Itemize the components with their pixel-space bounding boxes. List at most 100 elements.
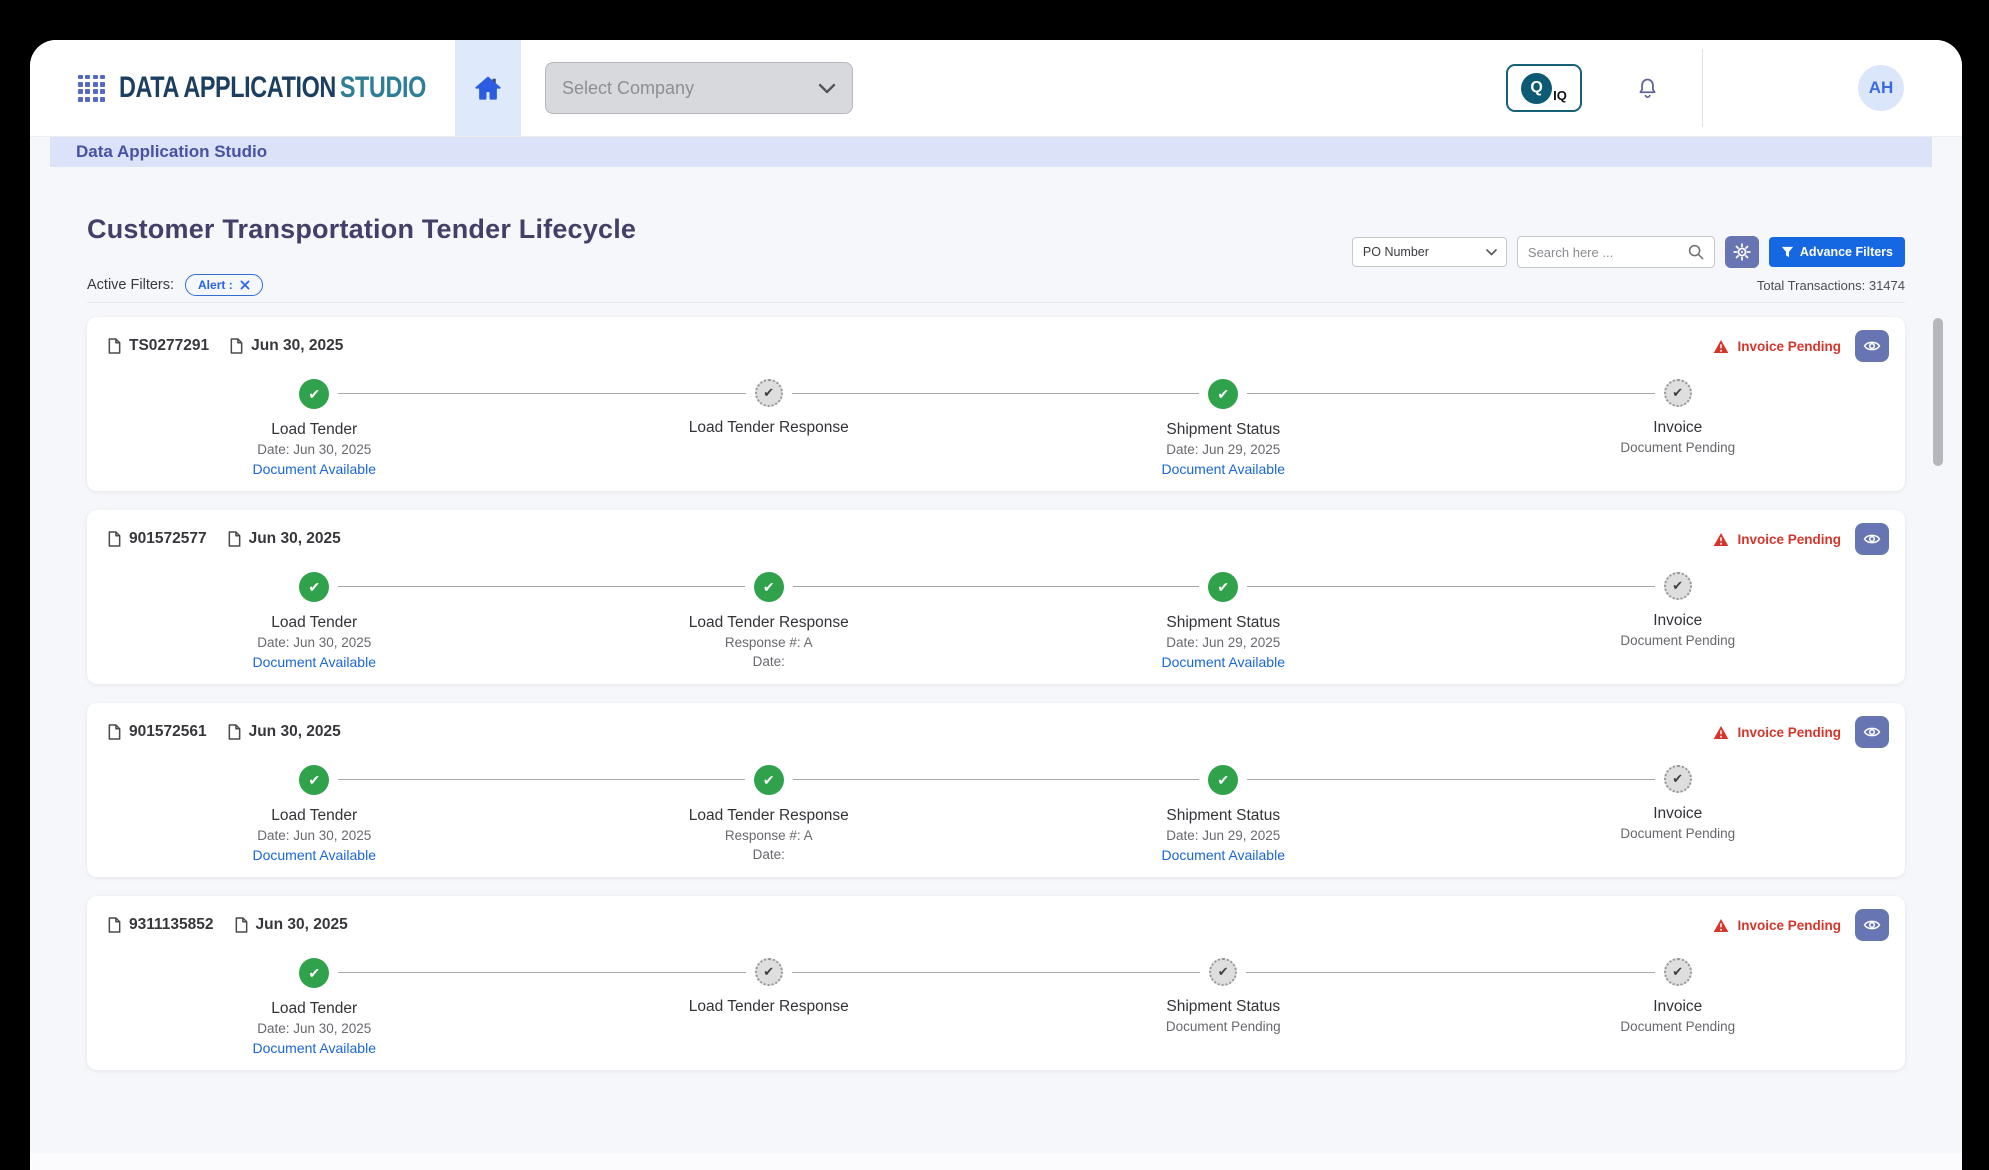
- transaction-date: Jun 30, 2025: [227, 723, 341, 741]
- step-check-icon: [299, 958, 329, 988]
- view-details-button[interactable]: [1855, 716, 1889, 748]
- step-date: Date: Jun 30, 2025: [257, 1019, 371, 1038]
- app-window: DATA APPLICATIONSTUDIO Select Company Q …: [30, 40, 1962, 1170]
- header-right: Q IQ AH: [1506, 49, 1962, 127]
- document-link[interactable]: Document Available: [1162, 845, 1285, 866]
- step-check-icon: [1209, 958, 1237, 986]
- warning-icon: [1713, 918, 1729, 933]
- search-icon[interactable]: [1687, 243, 1705, 261]
- page-title: Customer Transportation Tender Lifecycle: [87, 212, 636, 246]
- breadcrumb-bar: Data Application Studio: [50, 137, 1932, 167]
- warning-icon: [1713, 339, 1729, 354]
- transaction-card: 9311135852 Jun 30, 2025 Invoice Pending: [87, 896, 1905, 1070]
- step-check-icon: [1664, 765, 1692, 793]
- step-date: Date: Jun 30, 2025: [257, 440, 371, 459]
- eye-icon: [1863, 725, 1881, 739]
- filter-chip-label: Alert :: [198, 278, 233, 292]
- transaction-card: TS0277291 Jun 30, 2025 Invoice Pending: [87, 317, 1905, 491]
- step-title: Load Tender Response: [689, 418, 849, 438]
- view-details-button[interactable]: [1855, 909, 1889, 941]
- settings-button[interactable]: [1725, 236, 1759, 268]
- transaction-id: 901572561: [107, 723, 207, 741]
- step-title: Invoice: [1653, 418, 1702, 438]
- timeline-step-shipment-status: Shipment Status Date: Jun 29, 2025 Docum…: [996, 765, 1451, 866]
- document-icon: [107, 916, 122, 934]
- view-details-button[interactable]: [1855, 523, 1889, 555]
- timeline-step-load-tender: Load Tender Date: Jun 30, 2025 Document …: [87, 958, 542, 1059]
- search-input[interactable]: [1528, 245, 1687, 260]
- step-check-icon: [754, 572, 784, 602]
- timeline-step-load-tender-response: Load Tender Response: [542, 379, 997, 480]
- document-icon: [227, 723, 242, 741]
- gear-icon: [1733, 243, 1751, 261]
- notifications-button[interactable]: [1635, 76, 1660, 101]
- step-title: Shipment Status: [1166, 613, 1280, 633]
- search-field-select[interactable]: PO Number: [1352, 237, 1507, 267]
- document-icon: [107, 337, 122, 355]
- step-date: Date: Jun 30, 2025: [257, 633, 371, 652]
- step-title: Shipment Status: [1166, 997, 1280, 1017]
- document-link[interactable]: Document Available: [253, 845, 376, 866]
- step-date: Date:: [753, 845, 785, 864]
- transaction-date: Jun 30, 2025: [229, 337, 343, 355]
- document-icon: [229, 337, 244, 355]
- document-icon: [107, 723, 122, 741]
- timeline-step-load-tender: Load Tender Date: Jun 30, 2025 Document …: [87, 765, 542, 866]
- step-check-icon: [1208, 572, 1238, 602]
- logo-part1: DATA APPLICATION: [119, 71, 336, 104]
- step-check-icon: [755, 379, 783, 407]
- step-title: Load Tender Response: [689, 613, 849, 633]
- step-check-icon: [1664, 958, 1692, 986]
- step-title: Load Tender: [271, 420, 357, 440]
- step-title: Load Tender: [271, 806, 357, 826]
- chevron-down-icon: [818, 83, 836, 94]
- step-title: Shipment Status: [1166, 420, 1280, 440]
- avatar[interactable]: AH: [1858, 65, 1904, 111]
- chevron-down-icon: [1486, 249, 1497, 256]
- timeline-step-invoice: Invoice Document Pending: [1451, 379, 1906, 480]
- document-link[interactable]: Document Available: [1162, 459, 1285, 480]
- step-doc-status: Document Pending: [1620, 1017, 1735, 1036]
- step-check-icon: [754, 765, 784, 795]
- timeline-step-shipment-status: Shipment Status Document Pending: [996, 958, 1451, 1059]
- status-badge: Invoice Pending: [1737, 339, 1841, 354]
- step-check-icon: [299, 572, 329, 602]
- transaction-card: 901572577 Jun 30, 2025 Invoice Pending: [87, 510, 1905, 684]
- timeline-step-shipment-status: Shipment Status Date: Jun 29, 2025 Docum…: [996, 379, 1451, 480]
- document-link[interactable]: Document Available: [1162, 652, 1285, 673]
- iq-label: IQ: [1553, 88, 1567, 103]
- eye-icon: [1863, 532, 1881, 546]
- step-title: Load Tender Response: [689, 806, 849, 826]
- step-title: Load Tender Response: [689, 997, 849, 1017]
- step-doc-status: Document Pending: [1166, 1017, 1281, 1036]
- status-badge: Invoice Pending: [1737, 918, 1841, 933]
- advance-filters-button[interactable]: Advance Filters: [1769, 237, 1905, 267]
- transaction-id: 901572577: [107, 530, 207, 548]
- scrollbar-thumb[interactable]: [1933, 318, 1943, 466]
- active-filters-label: Active Filters:: [87, 277, 174, 293]
- timeline-step-load-tender: Load Tender Date: Jun 30, 2025 Document …: [87, 379, 542, 480]
- filter-chip-alert[interactable]: Alert :: [185, 274, 263, 296]
- document-link[interactable]: Document Available: [253, 459, 376, 480]
- iq-button[interactable]: Q IQ: [1506, 64, 1582, 112]
- timeline-step-load-tender-response: Load Tender Response: [542, 958, 997, 1059]
- transaction-card: 901572561 Jun 30, 2025 Invoice Pending: [87, 703, 1905, 877]
- document-link[interactable]: Document Available: [253, 652, 376, 673]
- step-date: Date: Jun 29, 2025: [1166, 826, 1280, 845]
- home-button[interactable]: [455, 40, 521, 136]
- step-title: Load Tender: [271, 613, 357, 633]
- document-link[interactable]: Document Available: [253, 1038, 376, 1059]
- close-icon[interactable]: [240, 280, 250, 290]
- timeline-step-invoice: Invoice Document Pending: [1451, 765, 1906, 866]
- timeline-step-load-tender-response: Load Tender Response Response #: A Date:: [542, 765, 997, 866]
- step-date: Date:: [753, 652, 785, 671]
- filter-funnel-icon: [1781, 246, 1794, 258]
- filter-controls: PO Number: [1352, 236, 1905, 268]
- company-select[interactable]: Select Company: [545, 62, 853, 114]
- eye-icon: [1863, 339, 1881, 353]
- company-select-value: Select Company: [562, 78, 694, 99]
- view-details-button[interactable]: [1855, 330, 1889, 362]
- apps-grid-icon[interactable]: [78, 75, 105, 102]
- home-icon: [473, 74, 503, 102]
- breadcrumb[interactable]: Data Application Studio: [76, 142, 267, 162]
